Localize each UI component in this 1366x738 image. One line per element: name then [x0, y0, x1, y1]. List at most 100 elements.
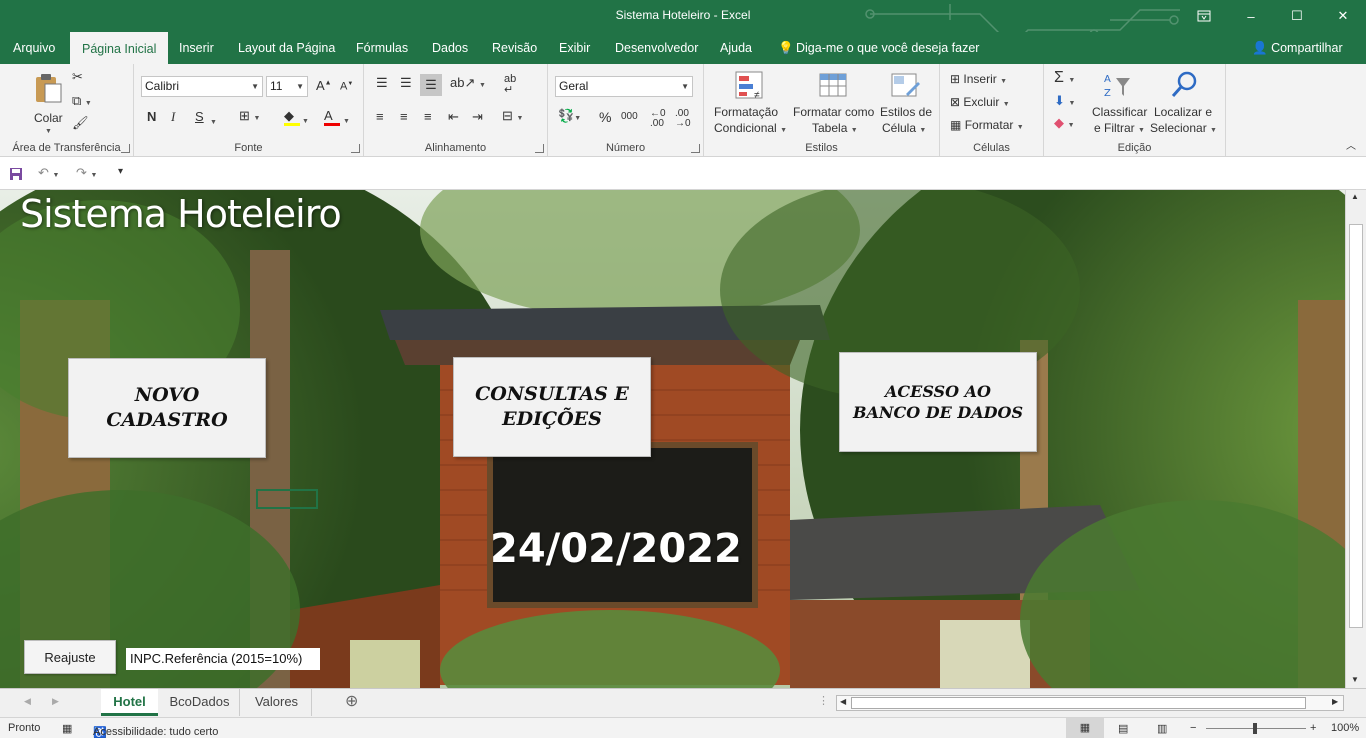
close-button[interactable]: ✕ [1320, 0, 1366, 32]
vertical-scroll-thumb[interactable] [1349, 224, 1363, 628]
tab-arquivo[interactable]: Arquivo [13, 32, 55, 64]
format-cells-button[interactable]: ▦ Formatar ▼ [950, 118, 1024, 132]
next-sheet-icon[interactable]: ▶ [52, 697, 59, 706]
increase-decimal-icon[interactable]: ←0.00 [650, 109, 666, 129]
inpc-reference-cell[interactable]: INPC.Referência (2015=10%) [126, 648, 320, 670]
zoom-out-icon[interactable]: − [1190, 722, 1196, 734]
increase-font-icon[interactable]: A▲ [316, 79, 332, 92]
clipboard-launcher-icon[interactable] [121, 144, 130, 153]
tab-pagina-inicial[interactable]: Página Inicial [70, 32, 169, 64]
macro-record-icon[interactable]: ▦ [62, 722, 72, 735]
cell-styles-label-1: Estilos de [880, 105, 933, 119]
prev-sheet-icon[interactable]: ◀ [24, 697, 31, 706]
zoom-level[interactable]: 100% [1331, 722, 1359, 734]
sort-filter-button[interactable]: AZ Classificar e Filtrar ▼ [1090, 68, 1147, 138]
cell-styles-button[interactable]: Estilos de Célula ▼ [878, 68, 934, 138]
font-launcher-icon[interactable] [351, 144, 360, 153]
sort-filter-icon: AZ [1104, 74, 1130, 99]
paste-button[interactable]: Colar ▼ [30, 70, 66, 135]
fill-color-icon[interactable]: ◆ [284, 109, 300, 126]
queries-edits-button[interactable]: CONSULTAS E EDIÇÕES [453, 357, 651, 457]
delete-cells-button[interactable]: ⊠ Excluir ▼ [950, 95, 1010, 109]
font-name-select[interactable]: Calibri ▼ [141, 76, 263, 97]
align-center-icon[interactable]: ≡ [400, 110, 408, 123]
tab-split-icon[interactable]: ⋮ [818, 696, 829, 707]
accounting-format-icon[interactable]: 💱▼ [558, 109, 581, 122]
selected-cell[interactable] [256, 489, 318, 509]
tab-layout[interactable]: Layout da Página [238, 32, 335, 64]
tab-inserir[interactable]: Inserir [179, 32, 214, 64]
sheet-tab-valores[interactable]: Valores [242, 689, 312, 716]
horizontal-scroll-thumb[interactable] [851, 697, 1306, 709]
scroll-left-icon[interactable]: ◀ [840, 698, 846, 706]
number-format-select[interactable]: Geral ▼ [555, 76, 693, 97]
add-sheet-icon[interactable]: ⊕ [345, 694, 358, 710]
find-select-button[interactable]: Localizar e Selecionar ▼ [1150, 68, 1220, 138]
autosum-icon[interactable]: Σ ▼ [1054, 70, 1075, 86]
scroll-up-icon[interactable]: ▲ [1351, 193, 1359, 201]
align-right-icon[interactable]: ≡ [424, 110, 432, 123]
italic-button[interactable]: I [171, 110, 175, 123]
bold-button[interactable]: N [147, 110, 156, 123]
clear-icon[interactable]: ◆ ▼ [1054, 116, 1075, 129]
borders-icon[interactable]: ⊞ ▼ [239, 109, 260, 122]
fill-icon[interactable]: ⬇ ▼ [1054, 94, 1075, 107]
number-launcher-icon[interactable] [691, 144, 700, 153]
horizontal-scrollbar[interactable]: ◀ ▶ [836, 695, 1344, 711]
underline-button[interactable]: S [195, 110, 204, 123]
zoom-in-icon[interactable]: + [1310, 722, 1316, 734]
merge-center-icon[interactable]: ⊟ ▼ [502, 109, 523, 122]
orientation-icon[interactable]: ab↗ ▼ [450, 76, 486, 89]
alignment-launcher-icon[interactable] [535, 144, 544, 153]
wrap-text-icon[interactable]: ab ↵ [504, 74, 516, 96]
window-title: Sistema Hoteleiro - Excel [615, 8, 751, 22]
decrease-indent-icon[interactable]: ⇤ [448, 110, 459, 123]
reajuste-button[interactable]: Reajuste [24, 640, 116, 674]
align-middle-icon[interactable]: ☰ [400, 76, 412, 89]
sheet-tab-bcodados[interactable]: BcoDados [160, 689, 240, 716]
format-painter-icon[interactable]: 🖌 [72, 116, 89, 129]
scroll-down-icon[interactable]: ▼ [1351, 676, 1359, 684]
ribbon-display-options-button[interactable] [1181, 0, 1227, 32]
normal-view-icon[interactable]: ▦ [1066, 718, 1104, 738]
scroll-right-icon[interactable]: ▶ [1332, 698, 1338, 706]
database-access-button[interactable]: ACESSO AO BANCO DE DADOS [839, 352, 1037, 452]
decrease-decimal-icon[interactable]: .00 →0 [675, 109, 691, 129]
tab-revisao[interactable]: Revisão [492, 32, 537, 64]
tab-formulas[interactable]: Fórmulas [356, 32, 408, 64]
cut-icon[interactable]: ✂ [72, 70, 83, 83]
vertical-scrollbar[interactable]: ▲ ▼ [1345, 190, 1366, 688]
share-button[interactable]: 👤 Compartilhar [1252, 32, 1343, 64]
align-top-icon[interactable]: ☰ [376, 76, 388, 89]
sheet-tab-hotel[interactable]: Hotel [101, 689, 158, 716]
font-color-icon[interactable]: A [324, 109, 340, 126]
page-break-view-icon[interactable]: ▥ [1157, 722, 1167, 735]
font-size-select[interactable]: 11 ▼ [266, 76, 308, 97]
zoom-slider-thumb[interactable] [1253, 723, 1257, 734]
percent-button[interactable]: % [599, 110, 611, 124]
copy-icon[interactable]: ⧉ ▼ [72, 94, 92, 107]
maximize-button[interactable]: ☐ [1274, 0, 1320, 32]
thousands-button[interactable]: 000 [621, 112, 638, 122]
tab-dados[interactable]: Dados [432, 32, 468, 64]
new-registration-button[interactable]: NOVO CADASTRO [68, 358, 266, 458]
align-left-icon[interactable]: ≡ [376, 110, 384, 123]
undo-icon[interactable]: ↶ ▼ [38, 166, 59, 179]
redo-icon[interactable]: ↷ ▼ [76, 166, 97, 179]
tab-exibir[interactable]: Exibir [559, 32, 590, 64]
save-icon[interactable] [9, 167, 23, 181]
new-registration-line-1: NOVO [134, 384, 200, 406]
customize-qat-icon[interactable]: ▾ [118, 167, 123, 177]
page-layout-view-icon[interactable]: ▤ [1118, 722, 1128, 735]
conditional-formatting-button[interactable]: ≠ Formatação Condicional ▼ [710, 68, 787, 138]
collapse-ribbon-icon[interactable]: ︿ [1346, 142, 1356, 152]
increase-indent-icon[interactable]: ⇥ [472, 110, 483, 123]
tell-me-search[interactable]: 💡 Diga-me o que você deseja fazer [778, 32, 979, 64]
decrease-font-icon[interactable]: A▼ [340, 81, 353, 93]
tab-desenvolvedor[interactable]: Desenvolvedor [615, 32, 698, 64]
format-as-table-button[interactable]: Formatar como Tabela ▼ [792, 68, 876, 138]
align-bottom-icon[interactable]: ☰ [420, 74, 442, 96]
insert-cells-button[interactable]: ⊞ Inserir ▼ [950, 72, 1007, 86]
minimize-button[interactable]: – [1228, 0, 1274, 32]
tab-ajuda[interactable]: Ajuda [720, 32, 752, 64]
